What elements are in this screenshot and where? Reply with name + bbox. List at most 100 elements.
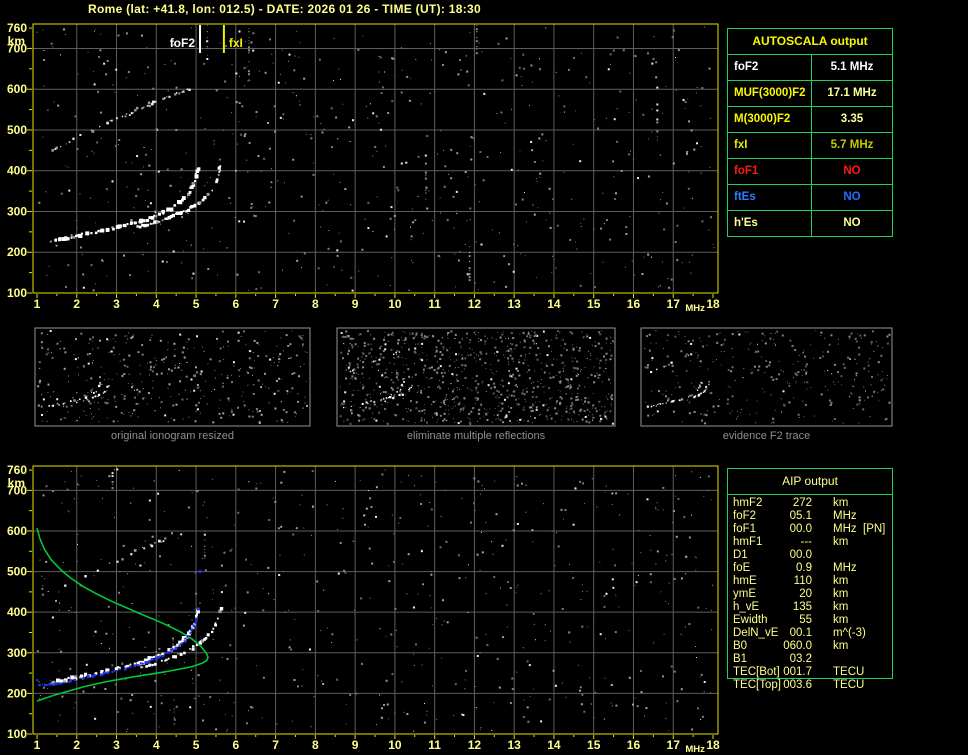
autoscala-row-label: h'Es bbox=[728, 211, 812, 236]
processing-panels bbox=[34, 327, 893, 427]
x-tick-label: 4 bbox=[153, 297, 160, 311]
x-tick-label: 5 bbox=[193, 738, 200, 752]
axis-labels: 1 2 3 4 5 6 7 8 9 10 11 12 13 14 15 16 17 18MHz7607006005… bbox=[7, 463, 720, 755]
axis-ticks bbox=[27, 469, 714, 739]
y-tick-label: 100 bbox=[7, 286, 27, 300]
x-tick-label: 5 bbox=[193, 297, 200, 311]
f2-trace-o bbox=[54, 167, 201, 242]
aip-row-value: 00.0 bbox=[789, 549, 812, 561]
x-tick-label: 14 bbox=[547, 297, 561, 311]
x-tick-label: 13 bbox=[507, 738, 521, 752]
aip-row: h_vE 135 km bbox=[733, 601, 891, 614]
x-tick-label: 4 bbox=[153, 738, 160, 752]
aip-row-value: 135 bbox=[792, 601, 812, 613]
x-axis-unit: MHz bbox=[685, 303, 705, 314]
y-tick-label: 400 bbox=[7, 605, 27, 619]
x-tick-label: 12 bbox=[468, 297, 482, 311]
fof2-marker-label: foF2 bbox=[170, 36, 196, 50]
processing-panel-1 bbox=[336, 327, 616, 427]
autoscala-row-value: 17.1 MHz bbox=[827, 87, 877, 99]
aip-row: B1 03.2 bbox=[733, 653, 891, 666]
autoscala-row-value: 3.35 bbox=[840, 113, 864, 125]
y-tick-label: 600 bbox=[7, 82, 27, 96]
x-tick-label: 15 bbox=[587, 738, 601, 752]
autoscala-row-value: NO bbox=[843, 165, 861, 177]
aip-row: hmF1 --- km bbox=[733, 536, 891, 549]
x-tick-label: 17 bbox=[667, 738, 681, 752]
panel-caption-evidence: evidence F2 trace bbox=[722, 430, 811, 442]
aip-row: hmF2 272 km bbox=[733, 497, 891, 510]
second-hop-echo bbox=[64, 533, 183, 587]
autoscala-row: M(3000)F2 3.35 bbox=[728, 107, 892, 133]
autoscala-row: foF1 NO bbox=[728, 159, 892, 185]
aip-row-unit: TECU bbox=[833, 666, 865, 678]
autoscala-row-value: NO bbox=[843, 191, 861, 203]
y-tick-label: 100 bbox=[7, 727, 27, 741]
aip-row-value: 00.0 bbox=[789, 523, 812, 535]
ionogram-profile-plot: 1 2 3 4 5 6 7 8 9 10 11 12 13 14 15 16 17 18MHz7607006005… bbox=[7, 463, 720, 755]
autoscala-row: foF2 5.1 MHz bbox=[728, 55, 892, 81]
aip-row-value: 060.0 bbox=[783, 640, 812, 652]
processing-panel-0 bbox=[34, 327, 311, 427]
x-tick-label: 7 bbox=[272, 738, 279, 752]
aip-row: D1 00.0 bbox=[733, 549, 891, 562]
ionogram-main-plot: 1 2 3 4 5 6 7 8 9 10 11 12 13 14 15 16 17 18MHz7607006005… bbox=[7, 21, 720, 314]
noise-streaks bbox=[206, 25, 659, 282]
aip-row-unit: TECU bbox=[833, 679, 865, 691]
x-axis-unit: MHz bbox=[685, 744, 705, 755]
fxi-marker-label: fxI bbox=[229, 36, 243, 50]
y-axis-unit: km bbox=[8, 476, 25, 490]
aip-row-unit: km bbox=[833, 588, 849, 600]
y-tick-label: 200 bbox=[7, 245, 27, 259]
x-tick-label: 8 bbox=[312, 738, 319, 752]
autoscala-row-label: fxI bbox=[728, 133, 812, 158]
y-tick-label: 200 bbox=[7, 686, 27, 700]
aip-row: ymE 20 km bbox=[733, 588, 891, 601]
y-tick-label: 500 bbox=[7, 565, 27, 579]
autoscala-row-value: NO bbox=[843, 217, 861, 229]
aip-row-unit: km bbox=[833, 497, 849, 509]
y-tick-label: 300 bbox=[7, 204, 27, 218]
autoscala-row-value: 5.1 MHz bbox=[830, 61, 874, 73]
processing-panel-2 bbox=[640, 327, 893, 427]
second-hop-echo bbox=[51, 88, 191, 152]
x-tick-label: 2 bbox=[73, 297, 80, 311]
aip-row: hmE 110 km bbox=[733, 575, 891, 588]
autoscala-row: MUF(3000)F2 17.1 MHz bbox=[728, 81, 892, 107]
aip-row-value: 05.1 bbox=[789, 510, 812, 522]
y-tick-label: 300 bbox=[7, 646, 27, 660]
x-tick-label: 13 bbox=[507, 297, 521, 311]
x-tick-label: 3 bbox=[113, 738, 120, 752]
aip-row: Ewidth 55 km bbox=[733, 614, 891, 627]
x-tick-label: 6 bbox=[232, 738, 239, 752]
autoscala-row-label: foF2 bbox=[728, 55, 812, 80]
aip-row-value: 272 bbox=[792, 497, 812, 509]
x-tick-label: 1 bbox=[34, 738, 41, 752]
grid bbox=[33, 466, 718, 734]
x-tick-label: 9 bbox=[352, 297, 359, 311]
echo-noise bbox=[36, 468, 714, 732]
autoscala-row-value: 5.7 MHz bbox=[830, 139, 874, 151]
y-axis-unit: km bbox=[8, 34, 25, 48]
aip-output-rows: hmF2 272 km foF2 05.1 MHz foF1 00.0 MHz [PN] hmF1-… bbox=[733, 497, 891, 692]
autoscala-table-rows: foF2 5.1 MHz MUF(3000)F2 17.1 MHz M(3000)F2 3… bbox=[728, 55, 892, 236]
aip-row-value: 55 bbox=[799, 614, 812, 626]
x-tick-label: 10 bbox=[388, 738, 402, 752]
autoscala-row-label: foF1 bbox=[728, 159, 812, 184]
panel-caption-original: original ionogram resized bbox=[111, 430, 234, 442]
plasma-frequency-profile bbox=[36, 527, 209, 702]
x-tick-label: 11 bbox=[428, 297, 441, 311]
aip-row-value: 001.7 bbox=[783, 666, 812, 678]
x-tick-label: 16 bbox=[627, 738, 641, 752]
aip-row-note: [PN] bbox=[863, 523, 886, 535]
x-tick-label: 18 bbox=[706, 297, 720, 311]
x-tick-label: 6 bbox=[232, 297, 239, 311]
x-tick-label: 1 bbox=[34, 297, 41, 311]
aip-row-unit: MHz bbox=[833, 523, 857, 535]
y-tick-label: 760 bbox=[7, 21, 27, 35]
autoscala-output-table: AUTOSCALA output foF2 5.1 MHz MUF(3000)F2 1… bbox=[727, 28, 893, 237]
y-tick-label: 400 bbox=[7, 164, 27, 178]
autoscala-row-label: M(3000)F2 bbox=[728, 107, 812, 132]
aip-row-unit: m^(-3) bbox=[833, 627, 866, 639]
x-tick-label: 8 bbox=[312, 297, 319, 311]
